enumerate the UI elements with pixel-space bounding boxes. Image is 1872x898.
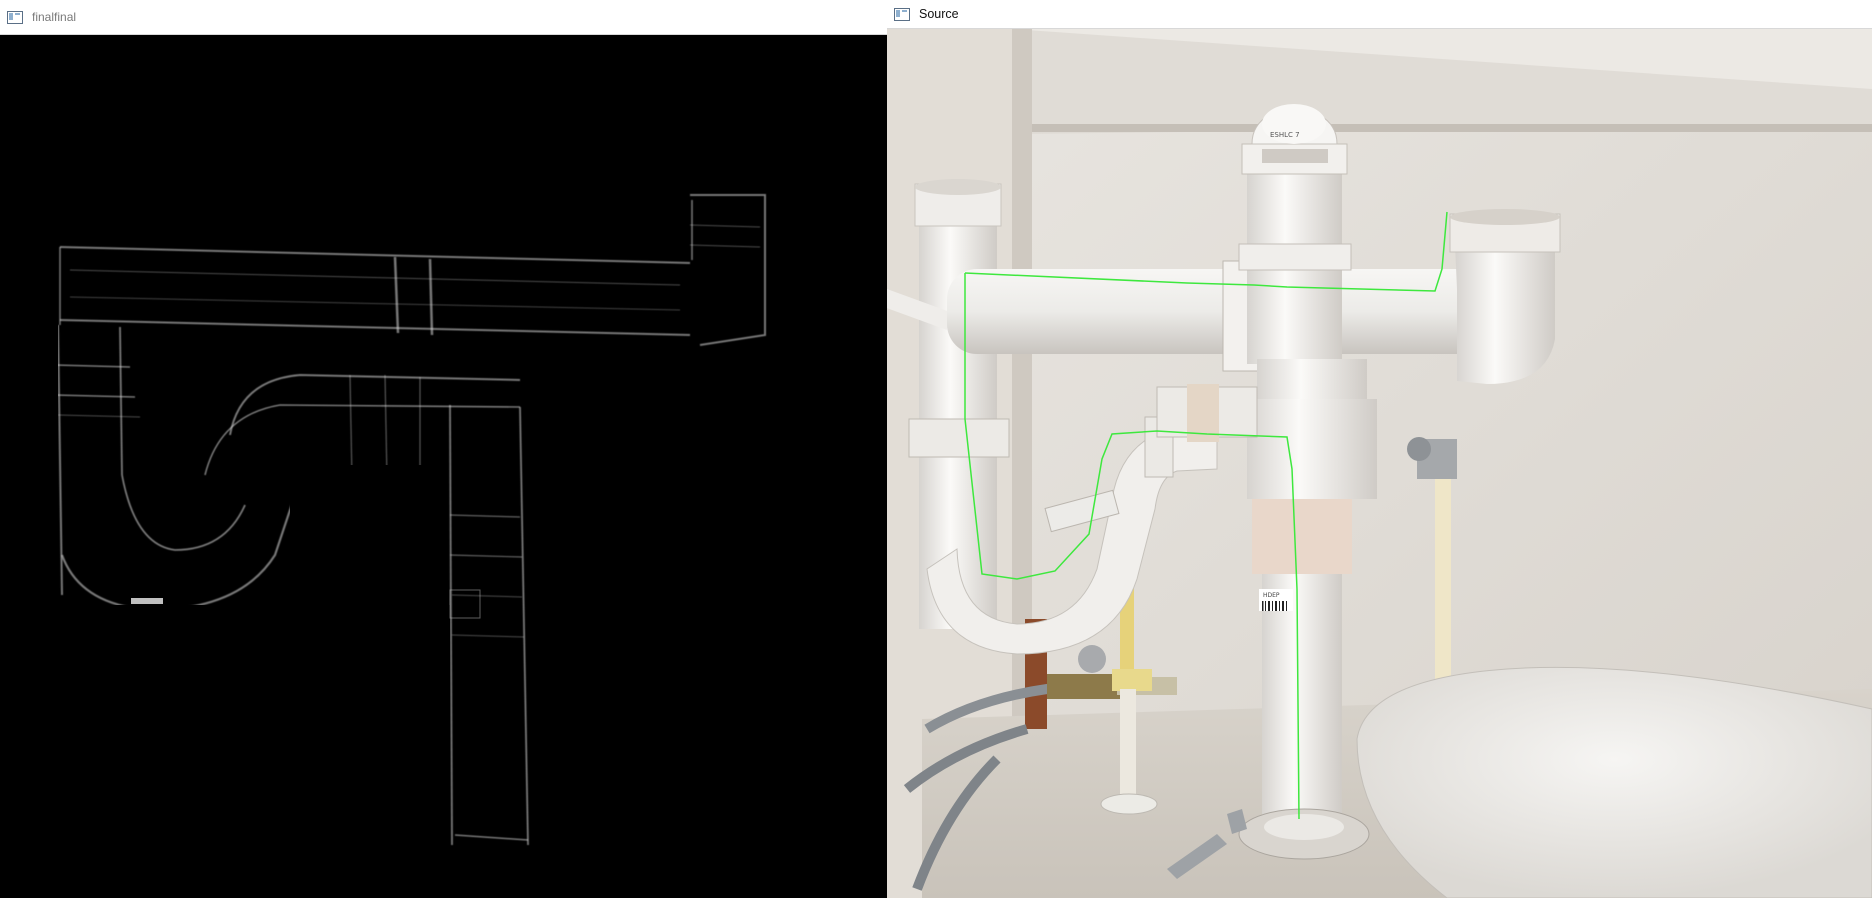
vent-cap-label: ESHLC 7	[1270, 131, 1300, 139]
source-photo: ESHLC 7 HDEP	[887, 29, 1872, 898]
barcode-label: HDEP	[1263, 592, 1280, 599]
finalfinal-window[interactable]: finalfinal	[0, 0, 887, 898]
edge-image-canvas	[0, 35, 887, 898]
window-title: finalfinal	[32, 10, 77, 24]
window-app-icon	[7, 10, 23, 24]
title-bar[interactable]: finalfinal	[0, 0, 887, 35]
window-title: Source	[919, 7, 959, 21]
window-app-icon	[894, 7, 910, 21]
edge-image	[0, 35, 887, 898]
source-photo-canvas: ESHLC 7 HDEP	[887, 29, 1872, 898]
source-window[interactable]: Source ESHLC 7 HDEP	[887, 0, 1872, 898]
title-bar[interactable]: Source	[887, 0, 1872, 29]
